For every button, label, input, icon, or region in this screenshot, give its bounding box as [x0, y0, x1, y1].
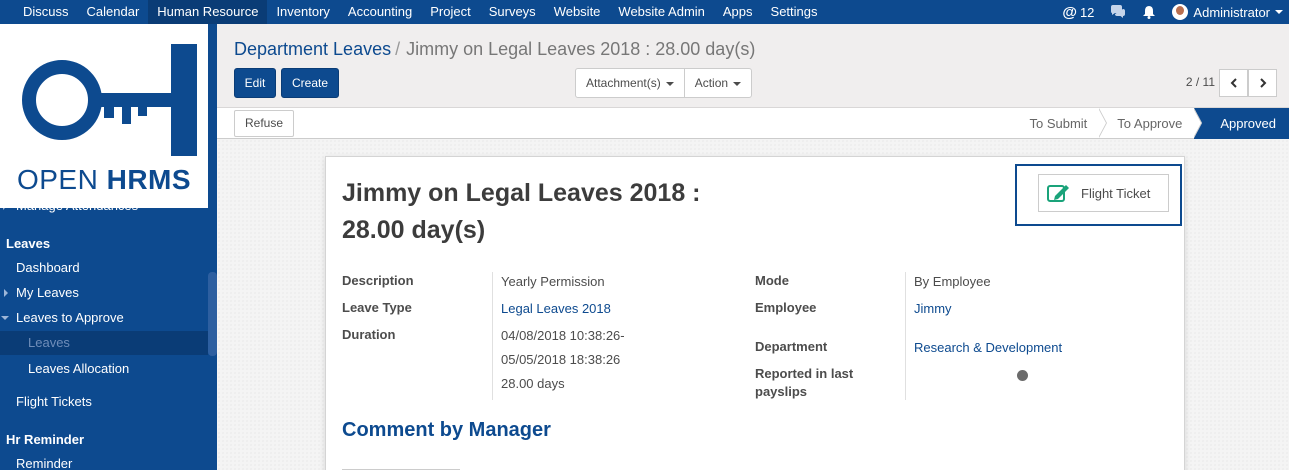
pager-previous-button[interactable] [1219, 69, 1248, 97]
form-sheet: Jimmy on Legal Leaves 2018 : 28.00 day(s… [325, 156, 1185, 470]
duration-label: Duration [342, 327, 396, 342]
leave-type-link[interactable]: Legal Leaves 2018 [501, 297, 611, 321]
form-statusbar: Refuse To Submit To Approve Approved [217, 108, 1289, 139]
menu-project[interactable]: Project [421, 0, 479, 24]
bell-icon [1143, 6, 1156, 19]
messages-button[interactable] [1102, 0, 1134, 24]
menu-human-resource[interactable]: Human Resource [148, 0, 268, 24]
status-stages: To Submit To Approve Approved [1011, 108, 1289, 139]
comment-section-title: Comment by Manager [342, 419, 551, 441]
edit-icon [1047, 185, 1069, 202]
main-menu: Discuss Calendar Human Resource Inventor… [14, 0, 827, 24]
at-icon: @ [1062, 3, 1077, 21]
sidebar-header-hr-reminder: Hr Reminder [6, 432, 85, 447]
department-label: Department [755, 339, 828, 354]
menu-calendar[interactable]: Calendar [78, 0, 149, 24]
mentions-count: 12 [1079, 4, 1095, 20]
employee-link[interactable]: Jimmy [914, 297, 952, 321]
duration-days: 28.00 days [501, 376, 565, 391]
expand-caret-icon [1, 316, 9, 320]
menu-settings[interactable]: Settings [762, 0, 827, 24]
sidebar-dropdowns: Attachment(s) Action [575, 68, 753, 98]
record-title: Jimmy on Legal Leaves 2018 : 28.00 day(s… [342, 179, 701, 244]
chevron-down-icon [733, 81, 742, 86]
breadcrumb-separator: / [395, 39, 401, 59]
duration-to: 05/05/2018 18:38:26 [501, 352, 621, 367]
status-dot-icon [1017, 370, 1028, 381]
create-button[interactable]: Create [281, 68, 339, 98]
avatar [1172, 4, 1189, 20]
duration-from: 04/08/2018 10:38:26- [501, 328, 625, 343]
reported-payslips-label: Reported in last payslips [755, 366, 854, 399]
brand-name: OPEN HRMS [16, 164, 192, 195]
divider [905, 272, 906, 400]
menu-surveys[interactable]: Surveys [480, 0, 545, 24]
sidebar-header-leaves: Leaves [6, 236, 51, 251]
action-dropdown[interactable]: Action [683, 69, 751, 97]
sidebar: Manage Attendances OPEN HRMS Leaves Dash… [0, 24, 217, 470]
open-hrms-logo: OPEN HRMS [0, 24, 208, 208]
employee-label: Employee [755, 300, 817, 315]
mode-value: By Employee [914, 274, 991, 289]
breadcrumb: Department Leaves / Jimmy on Legal Leaves … [234, 39, 755, 60]
top-navbar: Discuss Calendar Human Resource Inventor… [0, 0, 1289, 24]
stage-to-submit[interactable]: To Submit [1011, 108, 1108, 139]
user-name: Administrator [1193, 4, 1270, 20]
breadcrumb-current: Jimmy on Legal Leaves 2018 : 28.00 day(s… [406, 39, 756, 59]
edit-button[interactable]: Edit [234, 68, 276, 98]
chevron-down-icon [1275, 10, 1283, 14]
mode-label: Mode [755, 273, 789, 288]
menu-apps[interactable]: Apps [714, 0, 762, 24]
expand-caret-icon [4, 289, 8, 297]
form-view: Jimmy on Legal Leaves 2018 : 28.00 day(s… [217, 139, 1289, 470]
attachments-dropdown[interactable]: Attachment(s) [576, 69, 684, 97]
menu-accounting[interactable]: Accounting [339, 0, 421, 24]
pager-value[interactable]: 2 / 11 [1186, 75, 1215, 89]
menu-discuss[interactable]: Discuss [14, 0, 78, 24]
chevron-down-icon [665, 81, 674, 86]
menu-website-admin[interactable]: Website Admin [609, 0, 713, 24]
sidebar-item-leaves-to-approve[interactable]: Leaves to Approve [0, 309, 208, 327]
chat-bubbles-icon [1111, 5, 1126, 18]
refuse-button[interactable]: Refuse [234, 110, 295, 137]
sidebar-item-leaves[interactable]: Leaves [0, 331, 208, 355]
user-menu[interactable]: Administrator [1164, 0, 1289, 24]
stage-approved[interactable]: Approved [1194, 108, 1289, 139]
menu-website[interactable]: Website [545, 0, 610, 24]
sidebar-item-flight-tickets[interactable]: Flight Tickets [0, 393, 208, 411]
description-value: Yearly Permission [501, 274, 605, 289]
pager-next-button[interactable] [1248, 69, 1277, 97]
systray: @ 12 Administrator [1054, 0, 1289, 24]
description-label: Description [342, 273, 414, 288]
sidebar-item-reminder[interactable]: Reminder [0, 455, 208, 470]
menu-inventory[interactable]: Inventory [267, 0, 338, 24]
chevron-left-icon [1230, 78, 1237, 88]
sidebar-item-leaves-allocation[interactable]: Leaves Allocation [0, 360, 208, 378]
leave-type-label: Leave Type [342, 300, 412, 315]
chevron-right-icon [1259, 78, 1266, 88]
sidebar-item-my-leaves[interactable]: My Leaves [0, 284, 208, 302]
flight-ticket-button[interactable]: Flight Ticket [1038, 174, 1169, 212]
divider [492, 272, 493, 400]
stage-to-approve[interactable]: To Approve [1099, 108, 1203, 139]
notifications-button[interactable] [1134, 0, 1164, 24]
sidebar-item-dashboard[interactable]: Dashboard [0, 259, 208, 277]
breadcrumb-parent-link[interactable]: Department Leaves [234, 39, 391, 59]
sidebar-scrollbar[interactable] [208, 272, 217, 356]
mentions-button[interactable]: @ 12 [1054, 0, 1102, 24]
logo-mark-icon [22, 44, 197, 156]
smart-buttons-box: Flight Ticket [1015, 164, 1182, 226]
department-link[interactable]: Research & Development [914, 336, 1062, 360]
control-panel: Department Leaves / Jimmy on Legal Leaves … [217, 24, 1289, 108]
